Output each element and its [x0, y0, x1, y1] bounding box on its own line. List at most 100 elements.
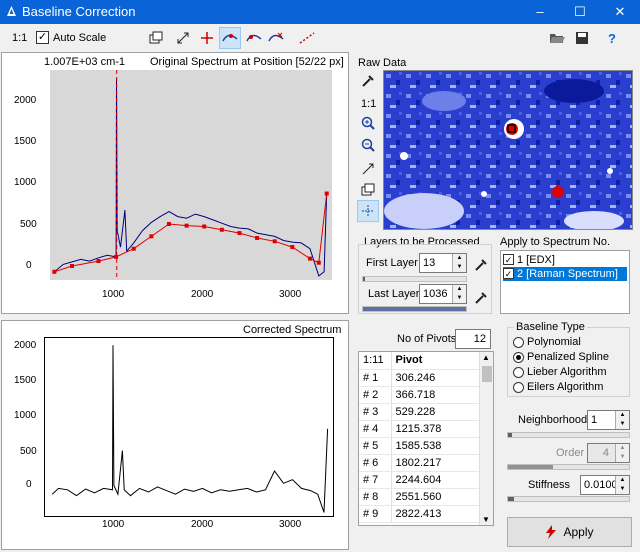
table-row[interactable]: # 3 529.228 — [359, 403, 493, 421]
table-row[interactable]: # 2 366.718 — [359, 386, 493, 404]
last-layer-slider[interactable] — [362, 306, 467, 312]
open-file-icon[interactable] — [546, 27, 568, 49]
last-layer-spinbox[interactable]: 1036 ▲ ▼ — [419, 284, 467, 304]
stiffness-spinbox[interactable]: 0.0100 ▲ ▼ — [580, 475, 630, 495]
pivot-marker[interactable] — [184, 223, 189, 228]
pivot-marker[interactable] — [290, 245, 295, 250]
pivot-value[interactable]: 366.718 — [391, 386, 493, 404]
pivot-marker[interactable] — [237, 231, 242, 236]
list-item-selected[interactable]: ✓ 2 [Raman Spectrum] — [503, 267, 627, 281]
edit-pivot-icon[interactable] — [243, 27, 265, 49]
table-row[interactable]: # 8 2551.560 — [359, 488, 493, 506]
apply-button[interactable]: Apply — [507, 517, 632, 547]
original-spectrum-plot[interactable] — [50, 70, 332, 280]
apply-button-label: Apply — [563, 525, 594, 539]
scroll-up-icon[interactable]: ▲ — [482, 353, 490, 362]
pivot-marker[interactable] — [316, 260, 321, 265]
option-label: Lieber Algorithm — [527, 366, 607, 378]
spin-arrows[interactable]: ▲ ▼ — [452, 285, 466, 303]
pivot-value[interactable]: 2551.560 — [391, 488, 493, 506]
scroll-thumb[interactable] — [482, 366, 492, 382]
delete-pivot-icon[interactable] — [265, 27, 287, 49]
item-checkbox[interactable]: ✓ — [503, 268, 514, 279]
maximize-button[interactable]: ☐ — [560, 0, 600, 24]
pivot-marker[interactable] — [272, 239, 277, 244]
neighborhood-label: Neighborhood — [518, 414, 588, 426]
apply-to-list[interactable]: ✓ 1 [EDX] ✓ 2 [Raman Spectrum] — [500, 250, 630, 314]
radio-penalized-spline[interactable] — [513, 352, 524, 363]
table-row[interactable]: # 7 2244.604 — [359, 471, 493, 489]
crosshair-icon[interactable] — [357, 200, 379, 222]
pivot-marker[interactable] — [114, 254, 119, 259]
x-tick: 1000 — [102, 519, 125, 530]
radio-polynomial[interactable] — [513, 337, 524, 348]
pivot-value[interactable]: 1802.217 — [391, 454, 493, 472]
table-scrollbar[interactable]: ▲ ▼ — [479, 352, 493, 525]
minimize-button[interactable]: – — [520, 0, 560, 24]
spin-arrows[interactable]: ▲ ▼ — [615, 476, 629, 494]
pivot-value[interactable]: 529.228 — [391, 403, 493, 421]
zoom-out-icon[interactable] — [357, 134, 379, 156]
stiffness-slider[interactable] — [507, 496, 630, 502]
item-checkbox[interactable]: ✓ — [503, 254, 514, 265]
pivot-value[interactable]: 2822.413 — [391, 505, 493, 523]
pivot-marker[interactable] — [52, 269, 57, 274]
radio-eilers[interactable] — [513, 382, 524, 393]
first-layer-spinbox[interactable]: 13 ▲ ▼ — [419, 253, 467, 273]
first-layer-slider[interactable] — [362, 276, 467, 282]
raw-data-map[interactable] — [383, 70, 633, 230]
auto-scale-checkbox[interactable]: ✓ — [36, 31, 49, 44]
table-row[interactable]: # 4 1215.378 — [359, 420, 493, 438]
pivot-marker[interactable] — [166, 222, 171, 226]
close-button[interactable]: ✕ — [600, 0, 640, 24]
neighborhood-slider[interactable] — [507, 432, 630, 438]
expand-icon[interactable] — [172, 27, 194, 49]
pivot-marker[interactable] — [70, 264, 75, 268]
pivots-count-field[interactable]: 12 — [455, 329, 491, 349]
zoom-in-icon[interactable] — [357, 112, 379, 134]
y-tick: 2000 — [14, 340, 37, 351]
pivot-table[interactable]: 1:11 Pivot # 1 306.246 # 2 366.718 # 3 529.… — [358, 351, 494, 526]
list-item[interactable]: ✓ 1 [EDX] — [503, 254, 627, 267]
spin-arrows[interactable]: ▲ ▼ — [452, 254, 466, 272]
copy-icon[interactable] — [145, 27, 167, 49]
help-button[interactable]: ? — [601, 27, 623, 49]
pivot-marker[interactable] — [255, 236, 260, 240]
eyedropper-icon[interactable] — [470, 254, 492, 276]
pivot-marker[interactable] — [219, 227, 224, 232]
scroll-down-icon[interactable]: ▼ — [482, 515, 490, 524]
table-row[interactable]: # 9 2822.413 — [359, 505, 493, 523]
pivot-value[interactable]: 2244.604 — [391, 471, 493, 489]
copy-icon[interactable] — [357, 179, 379, 201]
pivot-value[interactable]: 1585.538 — [391, 437, 493, 455]
save-icon[interactable] — [571, 27, 593, 49]
column-header[interactable]: Pivot — [391, 352, 493, 370]
radio-lieber[interactable] — [513, 367, 524, 378]
y-tick: 500 — [20, 219, 37, 230]
pivot-value[interactable]: 306.246 — [391, 369, 493, 387]
row-header: # 3 — [359, 403, 392, 421]
pivot-marker[interactable] — [307, 256, 312, 261]
table-row[interactable]: # 6 1802.217 — [359, 454, 493, 472]
baseline-type-title: Baseline Type — [514, 321, 587, 333]
eyedropper-icon[interactable] — [470, 287, 492, 309]
neighborhood-spinbox[interactable]: 1 ▲ ▼ — [587, 410, 630, 430]
spin-arrows[interactable]: ▲ ▼ — [615, 411, 629, 429]
column-header[interactable]: 1:11 — [359, 352, 392, 370]
pivot-marker[interactable] — [96, 259, 101, 264]
row-header: # 8 — [359, 488, 392, 506]
pivot-marker[interactable] — [149, 234, 154, 239]
pivot-marker[interactable] — [202, 224, 207, 229]
table-row[interactable]: # 5 1585.538 — [359, 437, 493, 455]
corrected-spectrum-plot[interactable] — [44, 337, 334, 517]
add-pivot-icon[interactable] — [219, 27, 241, 49]
clear-pivots-icon[interactable] — [296, 27, 318, 49]
pivot-marker[interactable] — [131, 246, 136, 251]
expand-icon[interactable] — [357, 158, 379, 180]
first-layer-value: 13 — [423, 257, 436, 269]
pivot-value[interactable]: 1215.378 — [391, 420, 493, 438]
eyedropper-icon[interactable] — [357, 70, 379, 92]
pivot-marker[interactable] — [324, 191, 329, 196]
move-cursor-icon[interactable] — [196, 27, 218, 49]
table-row[interactable]: # 1 306.246 — [359, 369, 493, 387]
